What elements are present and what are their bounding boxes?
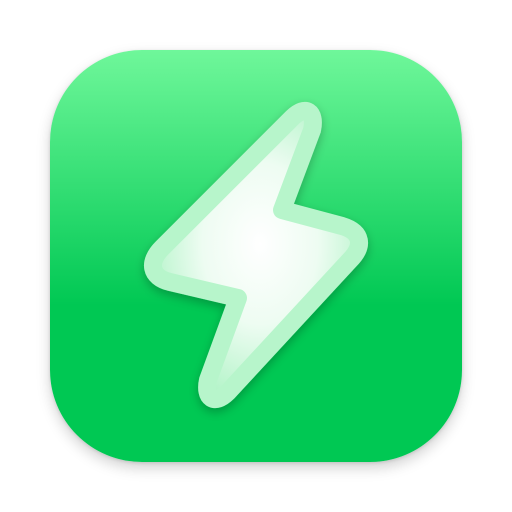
canvas	[0, 0, 512, 512]
app-icon-graphic	[50, 50, 462, 462]
app-icon[interactable]	[50, 50, 462, 462]
